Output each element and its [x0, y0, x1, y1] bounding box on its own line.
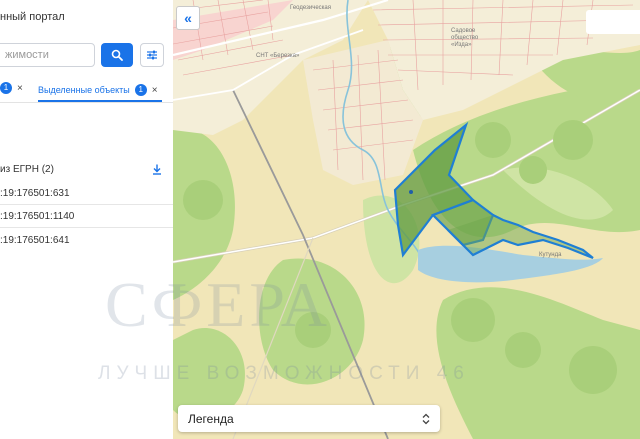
tab-selected-objects-count: 1 [134, 84, 147, 96]
map-canvas [173, 0, 640, 439]
search-input[interactable] [0, 43, 95, 67]
parcel-row[interactable]: :19:176501:631 [0, 183, 173, 205]
map-view[interactable]: Геодезическая Садовое общество «Изда» СН… [173, 0, 640, 439]
snt-label: СНТ «Березка» [256, 53, 300, 59]
parcel-row[interactable]: :19:176501:641 [0, 230, 173, 252]
legend-label: Легенда [188, 411, 234, 426]
street-label: Геодезическая [290, 5, 332, 11]
download-icon[interactable] [152, 164, 162, 175]
double-chevron-left-icon: « [184, 10, 192, 26]
tab-selected-objects-close-icon[interactable]: × [152, 85, 158, 96]
snt-label: Садовое общество «Изда» [451, 28, 479, 48]
chevron-updown-icon [422, 413, 430, 424]
map-control-box[interactable] [586, 10, 640, 34]
tab-objects[interactable]: 1 × [0, 82, 23, 94]
left-panel: нный портал 1 × Выделенные объекты 1 × и… [0, 0, 174, 439]
egrn-section-title: из ЕГРН (2) [0, 164, 54, 175]
lake-label: Кутунда [539, 252, 562, 258]
collapse-panel-button[interactable]: « [176, 6, 200, 30]
search-icon [111, 49, 123, 61]
tab-objects-close-icon[interactable]: × [17, 83, 23, 94]
parcel-row[interactable]: :19:176501:1140 [0, 206, 173, 228]
tab-objects-count: 1 [0, 82, 12, 94]
portal-title: нный портал [0, 11, 65, 23]
tabs-divider [0, 102, 173, 103]
tab-selected-objects-label: Выделенные объекты [38, 85, 130, 95]
filter-button[interactable] [140, 43, 164, 67]
search-button[interactable] [101, 43, 133, 67]
egrn-section-header: из ЕГРН (2) [0, 164, 162, 175]
legend-dropdown[interactable]: Легенда [178, 405, 440, 432]
filter-sliders-icon [147, 50, 157, 60]
tab-selected-objects[interactable]: Выделенные объекты 1 × [38, 80, 162, 102]
